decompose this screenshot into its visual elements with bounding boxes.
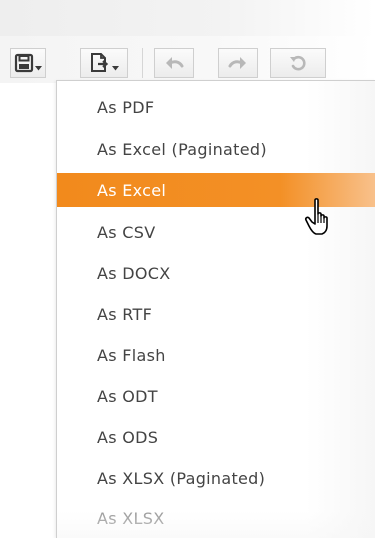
menu-item-label: As Flash xyxy=(97,345,166,365)
menu-item-label: As ODT xyxy=(97,386,158,406)
menu-item-label: As Excel xyxy=(97,180,167,200)
save-button[interactable] xyxy=(10,48,46,78)
reset-icon xyxy=(288,53,308,73)
export-button[interactable] xyxy=(80,48,128,78)
menu-item-label: As XLSX xyxy=(97,508,165,528)
menu-item-label: As ODS xyxy=(97,427,159,447)
dropdown-arrow-icon xyxy=(35,65,42,71)
toolbar-separator xyxy=(142,48,143,78)
undo-arrow-icon xyxy=(163,54,185,72)
top-bar xyxy=(0,0,375,36)
menu-item-as-ods[interactable]: As ODS xyxy=(57,420,375,454)
floppy-disk-icon xyxy=(14,53,34,73)
menu-item-label: As RTF xyxy=(97,304,153,324)
redo-button[interactable] xyxy=(218,48,258,78)
menu-item-as-rtf[interactable]: As RTF xyxy=(57,297,375,331)
menu-item-label: As CSV xyxy=(97,222,156,242)
hand-pointer-cursor-icon xyxy=(304,197,334,241)
menu-item-as-odt[interactable]: As ODT xyxy=(57,379,375,413)
menu-item-as-xlsx-paginated[interactable]: As XLSX (Paginated) xyxy=(57,461,375,495)
menu-item-as-flash[interactable]: As Flash xyxy=(57,338,375,372)
menu-item-label: As PDF xyxy=(97,97,155,117)
redo-arrow-icon xyxy=(227,54,249,72)
menu-item-as-pdf[interactable]: As PDF xyxy=(57,90,375,124)
document-export-icon xyxy=(89,52,111,74)
menu-item-label: As XLSX (Paginated) xyxy=(97,468,266,488)
dropdown-arrow-icon xyxy=(112,65,119,71)
reset-button[interactable] xyxy=(270,48,326,78)
undo-button[interactable] xyxy=(154,48,194,78)
menu-item-label: As DOCX xyxy=(97,263,171,283)
menu-item-as-excel-paginated[interactable]: As Excel (Paginated) xyxy=(57,132,375,166)
menu-item-label: As Excel (Paginated) xyxy=(97,139,267,159)
menu-item-as-docx[interactable]: As DOCX xyxy=(57,256,375,290)
menu-item-as-xlsx[interactable]: As XLSX xyxy=(57,501,375,535)
export-menu: As PDF As Excel (Paginated) As Excel As … xyxy=(56,80,375,538)
